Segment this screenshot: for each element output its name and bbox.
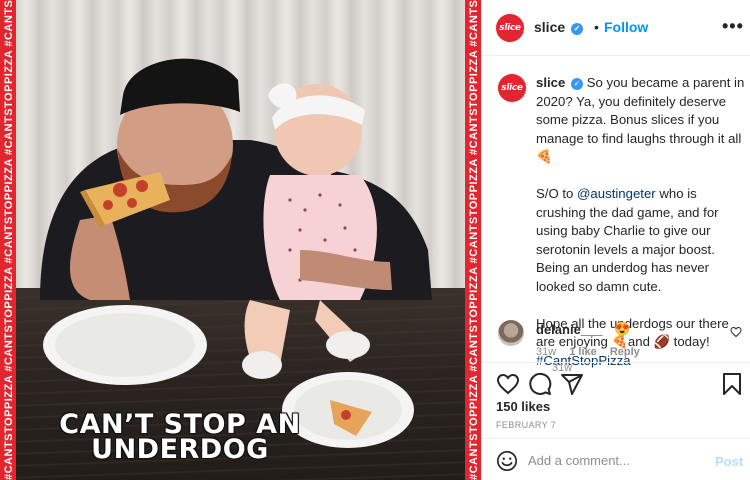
commenter-avatar[interactable] — [498, 320, 524, 346]
like-heart-icon[interactable] — [496, 372, 520, 396]
mention-link[interactable]: @austingeter — [577, 186, 656, 201]
overlay-line-2: UNDERDOG — [91, 434, 269, 465]
header-username: slice — [534, 19, 566, 35]
caption-verified-icon: ✓ — [571, 78, 584, 90]
post-comment-button[interactable]: Post — [715, 454, 743, 469]
save-bookmark-icon[interactable] — [720, 372, 744, 396]
more-options-icon[interactable]: ••• — [722, 16, 744, 37]
caption-avatar[interactable]: slice — [498, 74, 526, 102]
comment-heart-icon[interactable] — [730, 326, 742, 338]
post-header: slice slice ✓ • Follow ••• — [482, 0, 750, 56]
caption-paragraph-1: slice ✓ So you became a parent in 2020? … — [536, 74, 750, 167]
comment-composer: Post — [482, 438, 750, 480]
comment-reply-button[interactable]: Reply — [610, 346, 640, 358]
header-username-link[interactable]: slice ✓ — [534, 19, 584, 35]
comment-time[interactable]: 31w — [536, 346, 556, 358]
verified-badge-icon: ✓ — [571, 23, 584, 35]
post-date[interactable]: FEBRUARY 7 — [496, 420, 556, 430]
post-sidebar: slice slice ✓ • Follow ••• slice slice ✓… — [481, 0, 750, 480]
photo-scene — [40, 58, 432, 448]
caption-logo-text: slice — [501, 83, 523, 93]
overlay-headline: CAN’T STOP AN UNDERDOG — [30, 411, 330, 465]
post-image[interactable]: CAN’T STOP AN UNDERDOG #CANTSTOPPIZZA #C… — [0, 0, 481, 480]
stripe-text-left: #CANTSTOPPIZZA #CANTSTOPPIZZA #CANTSTOPP… — [3, 0, 15, 480]
comment-text: 😍 — [614, 321, 631, 336]
caption-text-2-suffix: who is crushing the dad game, and for us… — [536, 186, 719, 294]
stripe-text-right: #CANTSTOPPIZZA #CANTSTOPPIZZA #CANTSTOPP… — [468, 0, 480, 480]
brand-logo-text: slice — [499, 23, 521, 33]
baby-figure — [242, 83, 392, 379]
share-send-icon[interactable] — [560, 372, 584, 396]
caption-paragraph-2: S/O to @austingeter who is crushing the … — [536, 185, 750, 296]
emoji-icon[interactable] — [496, 450, 518, 472]
caption-text-1: So you became a parent in 2020? Ya, you … — [536, 75, 745, 164]
comment-row: delanie___ 😍 31w 1 like Reply — [498, 320, 743, 360]
post-actions: 150 likes FEBRUARY 7 — [482, 362, 750, 438]
likes-count[interactable]: 150 likes — [496, 399, 550, 414]
comment-bubble-icon[interactable] — [528, 372, 552, 396]
comment-meta: 31w 1 like Reply — [536, 346, 650, 358]
caption-username[interactable]: slice — [536, 75, 565, 90]
comment-likes[interactable]: 1 like — [569, 346, 597, 358]
commenter-username[interactable]: delanie___ — [536, 322, 603, 337]
hashtag-stripe-right: #CANTSTOPPIZZA #CANTSTOPPIZZA #CANTSTOPP… — [465, 0, 481, 480]
caption-text-2-prefix: S/O to — [536, 186, 578, 201]
follow-button[interactable]: Follow — [604, 19, 648, 35]
hashtag-stripe-left: #CANTSTOPPIZZA #CANTSTOPPIZZA #CANTSTOPP… — [0, 0, 16, 480]
comment-input[interactable] — [528, 449, 698, 471]
brand-avatar[interactable]: slice — [496, 14, 524, 42]
header-separator: • — [594, 19, 599, 35]
